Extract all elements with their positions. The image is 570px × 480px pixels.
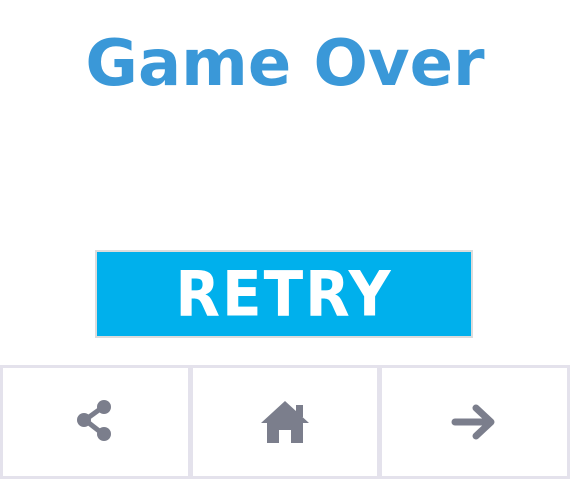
home-button[interactable]: [189, 365, 381, 479]
share-icon: [75, 398, 115, 446]
game-over-title: Game Over: [85, 27, 485, 101]
retry-button[interactable]: RETRY: [95, 250, 473, 338]
bottom-toolbar: [0, 365, 570, 479]
arrow-right-icon: [451, 402, 499, 442]
home-icon: [259, 399, 311, 445]
share-button[interactable]: [0, 365, 191, 479]
next-button[interactable]: [379, 365, 570, 479]
game-over-screen: Game Over RETRY: [0, 0, 570, 480]
retry-label: RETRY: [175, 257, 393, 331]
